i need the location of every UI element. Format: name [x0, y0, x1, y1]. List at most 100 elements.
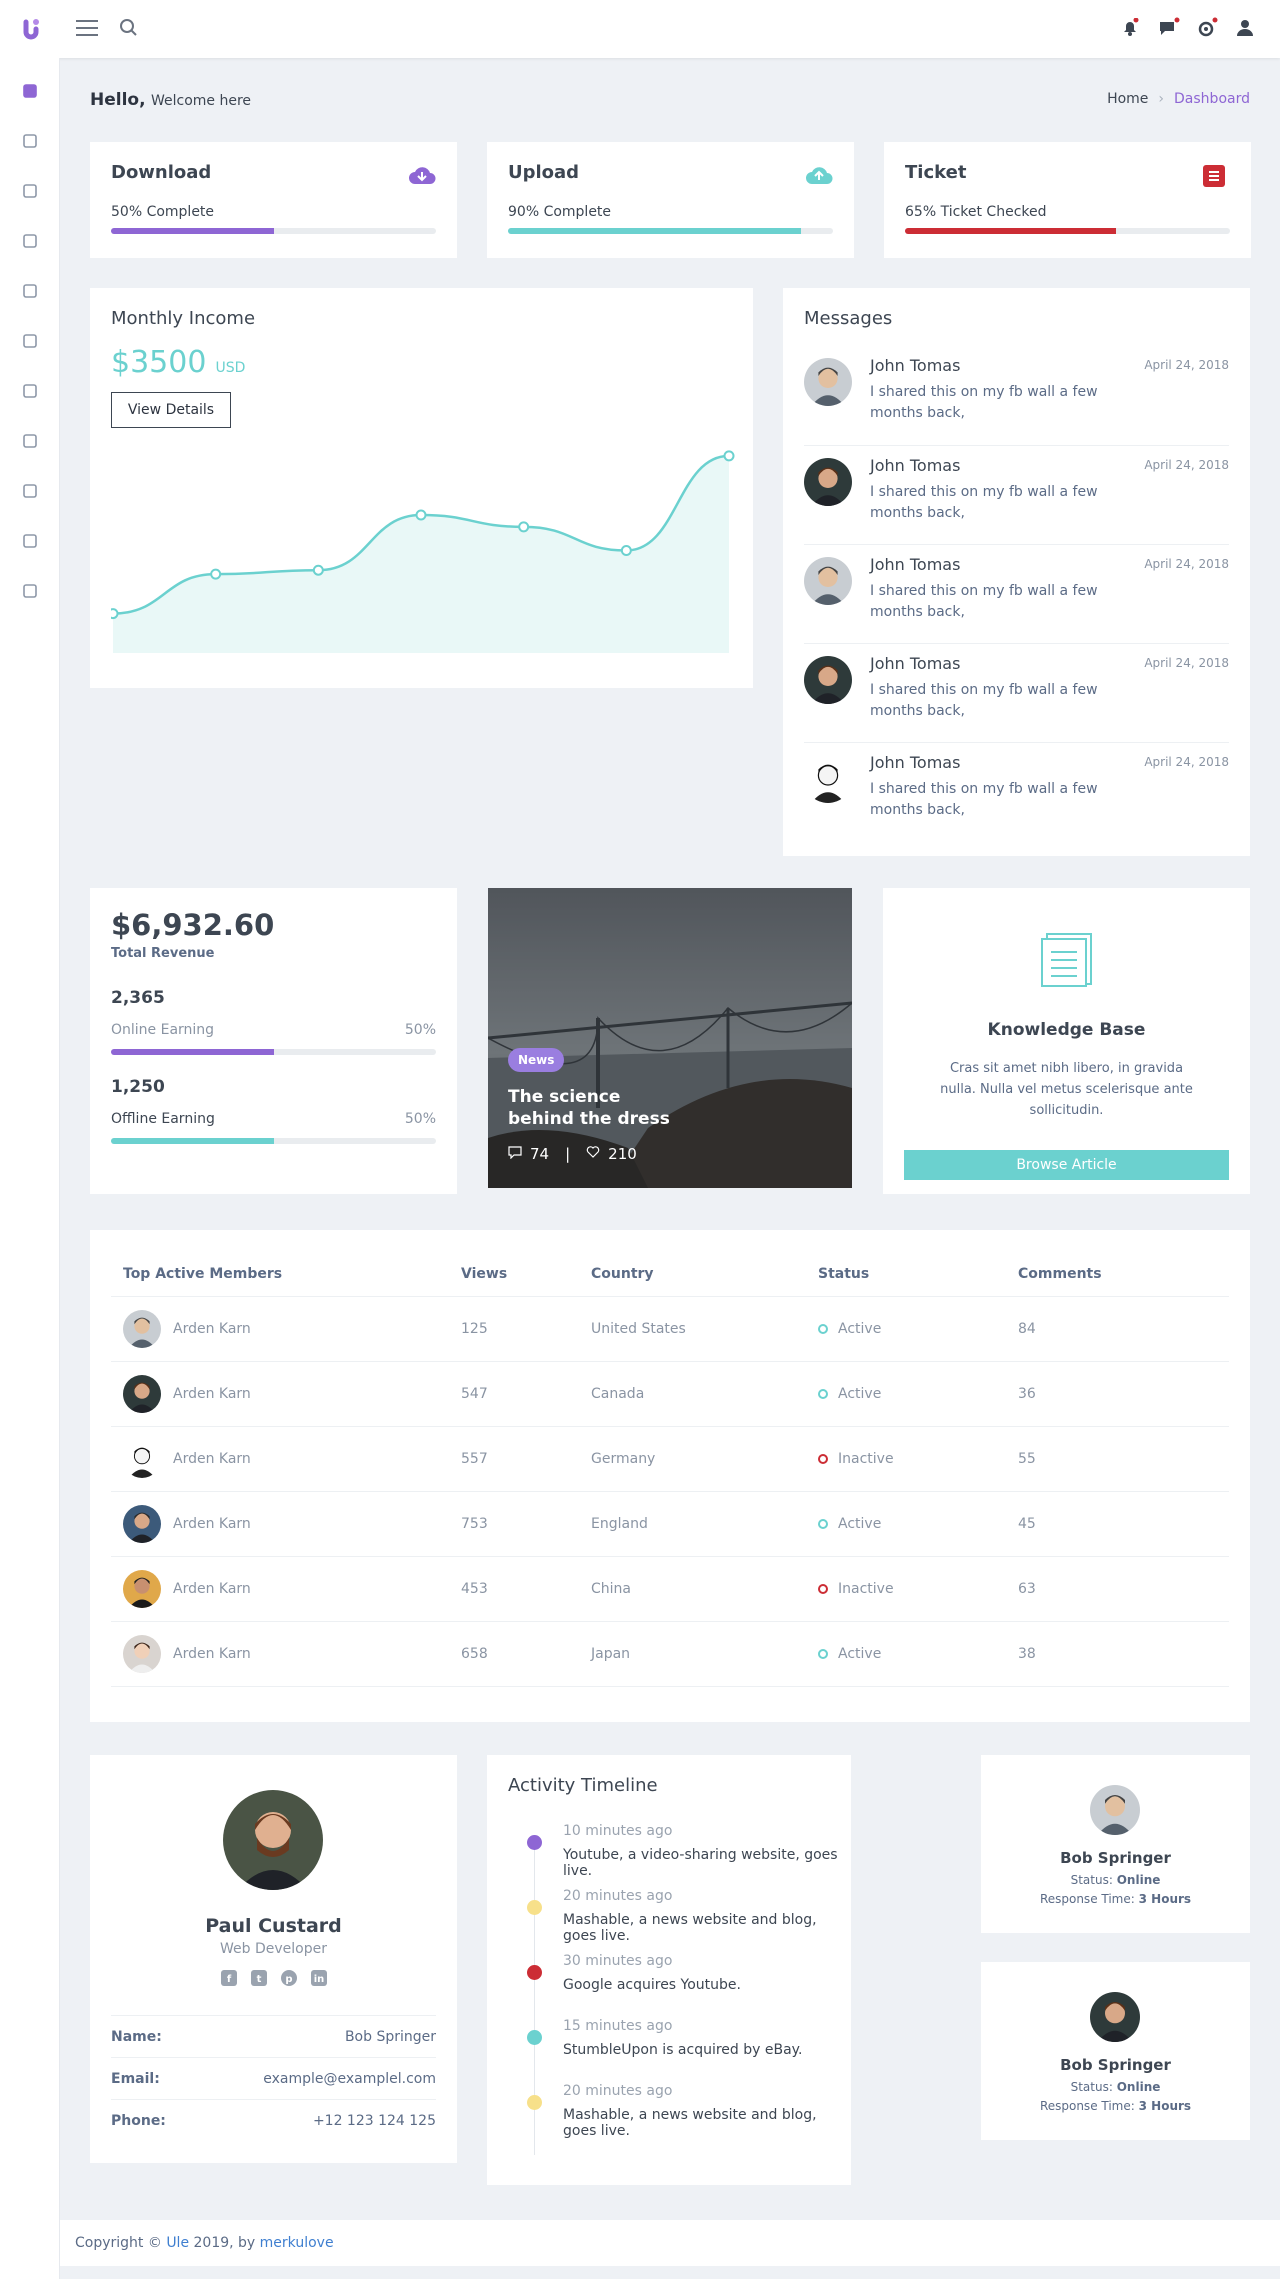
map-icon[interactable] [0, 476, 60, 506]
search-icon[interactable] [119, 18, 139, 38]
message-item[interactable]: John Tomas April 24, 2018 I shared this on… [804, 643, 1229, 742]
member-name[interactable]: Arden Karn [173, 1386, 251, 1402]
member-views: 547 [461, 1385, 488, 1402]
member-info: Arden Karn [123, 1569, 461, 1608]
linkedin-icon[interactable]: in [310, 1969, 328, 1987]
status-label: Active [838, 1385, 882, 1402]
stat-progress-fill [508, 228, 801, 234]
contact-card[interactable]: Bob Springer Status: Online Response Time:… [981, 1962, 1250, 2140]
status-dot-icon [818, 1648, 828, 1659]
facebook-icon[interactable]: f [220, 1969, 238, 1987]
status-label: Active [838, 1320, 882, 1337]
column-header[interactable]: Country [591, 1252, 818, 1297]
news-title[interactable]: The science behind the dress [508, 1086, 688, 1130]
member-status: Active [818, 1621, 1018, 1686]
ticket-icon[interactable] [1202, 164, 1230, 188]
calendar-icon[interactable] [0, 226, 60, 256]
menu-icon[interactable] [76, 19, 98, 37]
timeline-dot-icon [527, 1900, 542, 1915]
chart-icon[interactable] [0, 126, 60, 156]
chevron-right-icon: › [1158, 91, 1165, 107]
news-separator: | [565, 1145, 571, 1163]
member-name[interactable]: Arden Karn [173, 1516, 251, 1532]
diamond-icon[interactable] [0, 326, 60, 356]
footer-brand-link[interactable]: Ule [166, 2235, 189, 2251]
message-item[interactable]: John Tomas April 24, 2018 I shared this on… [804, 445, 1229, 544]
form-icon[interactable] [0, 426, 60, 456]
member-country: England [591, 1515, 648, 1532]
member-name[interactable]: Arden Karn [173, 1646, 251, 1662]
avatar [123, 1374, 161, 1413]
chart-point[interactable] [518, 521, 530, 533]
stat-card-ticket: Ticket 65% Ticket Checked [884, 142, 1251, 258]
footer-author-link[interactable]: merkulove [260, 2235, 334, 2251]
column-header[interactable]: Top Active Members [111, 1252, 461, 1297]
widget-icon[interactable] [0, 526, 60, 556]
breadcrumb-home[interactable]: Home [1107, 91, 1148, 107]
settings-icon[interactable] [1196, 17, 1218, 39]
column-header[interactable]: Views [461, 1252, 591, 1297]
status-value: Online [1116, 2080, 1161, 2094]
u-logo-icon[interactable] [22, 16, 40, 42]
bell-icon[interactable] [1120, 17, 1140, 38]
stat-title: Ticket [905, 162, 967, 183]
table-row[interactable]: Arden Karn 557 Germany Inactive 55 [111, 1426, 1229, 1491]
news-badge[interactable]: News [508, 1048, 565, 1072]
message-item[interactable]: John Tomas April 24, 2018 I shared this on… [804, 742, 1229, 841]
cloud-download-icon[interactable] [408, 164, 436, 188]
table-row[interactable]: Arden Karn 547 Canada Active 36 [111, 1361, 1229, 1426]
member-status: Active [818, 1296, 1018, 1361]
member-name[interactable]: Arden Karn [173, 1451, 251, 1467]
chart-point[interactable] [415, 509, 427, 521]
member-status: Active [818, 1491, 1018, 1556]
edit-icon[interactable] [0, 576, 60, 606]
field-value: +12 123 124 125 [312, 2112, 436, 2129]
timeline-text: Mashable, a news website and blog, goes … [563, 1912, 817, 1944]
column-header[interactable]: Status [818, 1252, 1018, 1297]
member-name[interactable]: Arden Karn [173, 1321, 251, 1337]
chart-point[interactable] [111, 608, 119, 620]
member-cell: Arden Karn [111, 1491, 461, 1556]
twitter-icon[interactable]: t [250, 1969, 268, 1987]
apps-icon[interactable] [0, 276, 60, 306]
view-details-button[interactable]: View Details [111, 392, 231, 428]
status-dot-icon [818, 1518, 828, 1529]
browse-article-button[interactable]: Browse Article [904, 1150, 1229, 1180]
contact-card[interactable]: Bob Springer Status: Online Response Time:… [981, 1755, 1250, 1933]
column-header[interactable]: Comments [1018, 1252, 1229, 1297]
chart-point[interactable] [620, 545, 632, 556]
social-links: f t p in [90, 1969, 457, 1987]
table-row[interactable]: Arden Karn 658 Japan Active 38 [111, 1621, 1229, 1686]
activity-timeline-card: Activity Timeline 10 minutes ago Youtube,… [487, 1755, 851, 2185]
table-row[interactable]: Arden Karn 753 England Active 45 [111, 1491, 1229, 1556]
mail-icon[interactable] [0, 176, 60, 206]
kb-text: Cras sit amet nibh libero, in gravida nu… [940, 1061, 1193, 1118]
svg-text:f: f [226, 1974, 231, 1985]
greeting: Hello, Welcome here [90, 90, 251, 110]
table-row[interactable]: Arden Karn 125 United States Active 84 [111, 1296, 1229, 1361]
status-label: Status: [1070, 2080, 1113, 2094]
document-icon [1039, 932, 1095, 992]
member-info: Arden Karn [123, 1374, 461, 1413]
table-row[interactable]: Arden Karn 453 China Inactive 63 [111, 1556, 1229, 1621]
layout-icon[interactable] [0, 376, 60, 406]
member-name[interactable]: Arden Karn [173, 1581, 251, 1597]
chart-point[interactable] [723, 450, 735, 462]
profile-field: Email: example@examplel.com [111, 2057, 436, 2099]
status-dot-icon [818, 1388, 828, 1399]
chat-icon[interactable] [1158, 17, 1180, 39]
news-card[interactable]: News The science behind the dress 74 | 2… [488, 888, 852, 1188]
chart-point[interactable] [210, 568, 222, 580]
earning-progress-fill [111, 1138, 274, 1144]
cloud-upload-icon[interactable] [805, 164, 833, 188]
chart-point[interactable] [312, 564, 324, 576]
dashboard-icon[interactable] [0, 76, 60, 106]
pinterest-icon[interactable]: p [280, 1969, 298, 1987]
member-views: 453 [461, 1580, 488, 1597]
profile-name: Paul Custard [205, 1915, 342, 1937]
user-icon[interactable] [1236, 19, 1254, 37]
message-item[interactable]: John Tomas April 24, 2018 I shared this on… [804, 544, 1229, 643]
timeline-time: 20 minutes ago [563, 1888, 673, 1904]
field-value: Bob Springer [344, 2028, 436, 2045]
message-item[interactable]: John Tomas April 24, 2018 I shared this on… [804, 346, 1229, 445]
